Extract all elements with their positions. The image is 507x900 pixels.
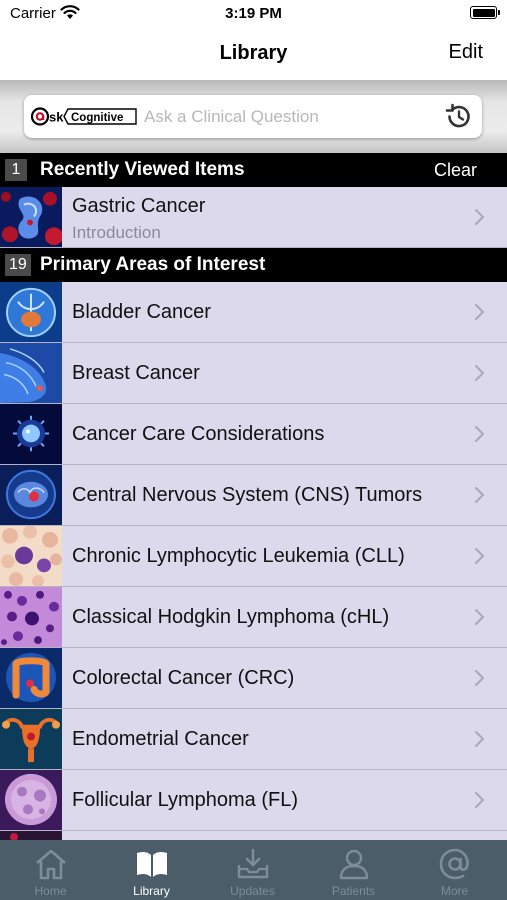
list-item-endometrial-cancer[interactable]: Endometrial Cancer bbox=[0, 709, 507, 770]
primary-areas-header: 19 Primary Areas of Interest bbox=[0, 248, 507, 282]
chevron-right-icon bbox=[475, 731, 484, 747]
list-item-breast-cancer[interactable]: Breast Cancer bbox=[0, 343, 507, 404]
chevron-right-icon bbox=[475, 487, 484, 503]
battery-icon bbox=[470, 6, 500, 19]
recently-viewed-header: 1 Recently Viewed Items Clear bbox=[0, 153, 507, 187]
tab-label: Patients bbox=[331, 884, 376, 898]
chevron-right-icon bbox=[475, 304, 484, 320]
clear-recent-button[interactable]: Clear bbox=[434, 159, 477, 181]
tab-label: Updates bbox=[230, 884, 275, 898]
breast-thumbnail bbox=[0, 343, 62, 403]
search-area: sk Cognitive bbox=[0, 80, 507, 153]
bladder-thumbnail bbox=[0, 282, 62, 342]
chevron-right-icon bbox=[475, 792, 484, 808]
clock: 3:19 PM bbox=[225, 5, 282, 22]
primary-count-badge: 19 bbox=[5, 254, 31, 276]
inbox-download-icon bbox=[237, 848, 269, 879]
recent-section-title: Recently Viewed Items bbox=[40, 159, 245, 180]
blood-cells-thumbnail bbox=[0, 526, 62, 586]
recent-item-label: Gastric Cancer bbox=[72, 195, 206, 217]
svg-text:sk: sk bbox=[49, 110, 64, 125]
tab-label: More bbox=[440, 884, 469, 898]
status-bar: Carrier 3:19 PM bbox=[0, 0, 507, 30]
list-item-bladder-cancer[interactable]: Bladder Cancer bbox=[0, 282, 507, 343]
brain-thumbnail bbox=[0, 465, 62, 525]
svg-text:Cognitive: Cognitive bbox=[71, 112, 123, 124]
tab-label: Home bbox=[34, 884, 67, 898]
tissue-stain-thumbnail bbox=[0, 587, 62, 647]
list-item-follicular-lymphoma[interactable]: Follicular Lymphoma (FL) bbox=[0, 770, 507, 831]
list-item-label: Endometrial Cancer bbox=[72, 728, 249, 750]
list-item-label: Follicular Lymphoma (FL) bbox=[72, 789, 298, 811]
history-icon[interactable] bbox=[443, 101, 474, 132]
chevron-right-icon bbox=[475, 365, 484, 381]
list-item-label: Cancer Care Considerations bbox=[72, 423, 325, 445]
follicle-thumbnail bbox=[0, 770, 62, 830]
ask-cognitive-logo: sk Cognitive bbox=[30, 107, 137, 126]
colon-thumbnail bbox=[0, 648, 62, 708]
tab-bar: Home Library Updates Patients More bbox=[0, 840, 507, 900]
list-item-chl[interactable]: Classical Hodgkin Lymphoma (cHL) bbox=[0, 587, 507, 648]
search-box[interactable]: sk Cognitive bbox=[24, 95, 482, 138]
recent-item-sublabel: Introduction bbox=[72, 223, 161, 242]
list-item-label: Chronic Lymphocytic Leukemia (CLL) bbox=[72, 545, 405, 567]
list-item-partial[interactable] bbox=[0, 831, 507, 840]
list-item-label: Classical Hodgkin Lymphoma (cHL) bbox=[72, 606, 390, 628]
tab-library[interactable]: Library bbox=[101, 840, 202, 900]
list-item-crc[interactable]: Colorectal Cancer (CRC) bbox=[0, 648, 507, 709]
chevron-right-icon bbox=[475, 209, 484, 225]
tab-more[interactable]: More bbox=[404, 840, 505, 900]
tab-updates[interactable]: Updates bbox=[202, 840, 303, 900]
chevron-right-icon bbox=[475, 670, 484, 686]
search-input[interactable] bbox=[144, 102, 434, 131]
navigation-bar: Library Edit bbox=[0, 30, 507, 80]
list-item-label: Central Nervous System (CNS) Tumors bbox=[72, 484, 423, 506]
book-icon bbox=[137, 851, 167, 877]
person-icon bbox=[339, 849, 369, 880]
uterus-thumbnail bbox=[0, 709, 62, 769]
list-item-cll[interactable]: Chronic Lymphocytic Leukemia (CLL) bbox=[0, 526, 507, 587]
tab-patients[interactable]: Patients bbox=[303, 840, 404, 900]
list-item-cns-tumors[interactable]: Central Nervous System (CNS) Tumors bbox=[0, 465, 507, 526]
primary-section-title: Primary Areas of Interest bbox=[40, 254, 266, 275]
list-item-label: Colorectal Cancer (CRC) bbox=[72, 667, 295, 689]
gastric-thumbnail bbox=[0, 187, 62, 247]
at-sign-icon bbox=[439, 848, 469, 880]
list-item-cancer-care-considerations[interactable]: Cancer Care Considerations bbox=[0, 404, 507, 465]
list-item-label: Breast Cancer bbox=[72, 362, 200, 384]
edit-button[interactable]: Edit bbox=[449, 41, 483, 64]
list-item-label: Bladder Cancer bbox=[72, 301, 211, 323]
chevron-right-icon bbox=[475, 426, 484, 442]
recent-item-gastric-cancer[interactable]: Gastric Cancer Introduction bbox=[0, 187, 507, 248]
chevron-right-icon bbox=[475, 609, 484, 625]
home-icon bbox=[36, 849, 66, 880]
tab-label: Library bbox=[133, 884, 170, 898]
chevron-right-icon bbox=[475, 548, 484, 564]
partial-thumbnail bbox=[0, 831, 62, 840]
tab-home[interactable]: Home bbox=[0, 840, 101, 900]
page-title: Library bbox=[219, 42, 288, 64]
recent-count-badge: 1 bbox=[5, 159, 27, 181]
cancer-cell-thumbnail bbox=[0, 404, 62, 464]
